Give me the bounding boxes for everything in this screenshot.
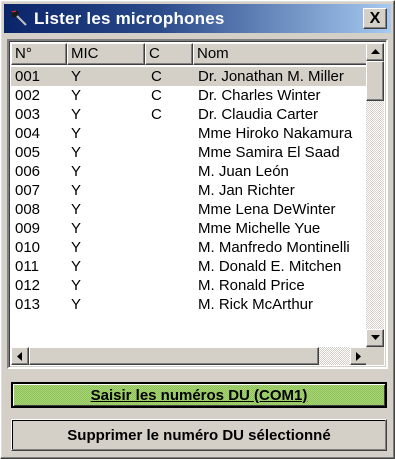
table-row[interactable]: 007 Y M. Jan Richter [11,181,368,200]
arrow-right-icon [356,351,361,361]
cell-c [145,276,193,295]
cell-c [145,219,193,238]
table-row[interactable]: 008 Y Mme Lena DeWinter [11,200,368,219]
title-bar[interactable]: Lister les microphones X [4,4,391,33]
cell-mic: Y [71,144,82,161]
cell-c [145,124,193,143]
table-row[interactable]: 010 Y M. Manfredo Montinelli [11,238,368,257]
arrow-left-icon [17,351,22,361]
delete-du-number-button[interactable]: Supprimer le numéro DU sélectionné [11,419,387,451]
cell-number: 005 [15,144,41,161]
cell-name: Dr. Jonathan M. Miller [198,68,344,85]
cell-c [145,200,193,219]
table-row[interactable]: 002 Y C Dr. Charles Winter [11,86,368,105]
cell-number: 013 [15,296,41,313]
cell-name: Dr. Charles Winter [198,87,321,104]
column-header-number[interactable]: N° [11,43,67,65]
scroll-up-button[interactable] [366,43,384,61]
cell-mic: Y [71,258,82,275]
cell-c: C [151,68,162,85]
cell-mic: Y [71,87,82,104]
list-header: N° MIC C Nom [11,43,368,65]
horizontal-scroll-thumb[interactable] [29,347,319,365]
table-row[interactable]: 001 Y C Dr. Jonathan M. Miller [11,67,368,86]
cell-mic: Y [71,68,82,85]
table-row[interactable]: 009 Y Mme Michelle Yue [11,219,368,238]
microphone-list[interactable]: N° MIC C Nom 001 Y C Dr. Jonathan M. Miller… [7,39,388,369]
cell-number: 010 [15,239,41,256]
cell-mic: Y [71,106,82,123]
cell-c: C [151,106,162,123]
cell-name: Mme Lena DeWinter [198,201,336,218]
cell-number: 008 [15,201,41,218]
cell-c [145,181,193,200]
cell-mic: Y [71,163,82,180]
cell-name: Dr. Claudia Carter [198,106,319,123]
cell-c [145,143,193,162]
table-row[interactable]: 013 Y M. Rick McArthur [11,295,368,314]
close-icon: X [369,9,381,27]
cell-name: Mme Hiroko Nakamura [198,125,353,142]
cell-number: 003 [15,106,41,123]
vertical-scrollbar[interactable] [366,43,384,347]
arrow-down-icon [370,335,380,340]
scroll-down-button[interactable] [366,329,384,347]
cell-number: 011 [15,258,39,275]
cell-number: 002 [15,87,41,104]
cell-number: 009 [15,220,41,237]
cell-c [145,295,193,314]
cell-mic: Y [71,201,82,218]
table-row[interactable]: 006 Y M. Juan León [11,162,368,181]
table-row[interactable]: 005 Y Mme Samira El Saad [11,143,368,162]
cell-name: Mme Michelle Yue [198,220,321,237]
cell-name: M. Ronald Price [198,277,305,294]
horizontal-scrollbar[interactable] [11,347,368,365]
cell-name: Mme Samira El Saad [198,144,340,161]
column-header-c[interactable]: C [145,43,193,65]
scroll-left-button[interactable] [11,347,29,365]
cell-number: 007 [15,182,41,199]
microphone-icon [8,8,30,30]
close-button[interactable]: X [363,8,387,29]
cell-number: 001 [15,68,41,85]
table-row[interactable]: 004 Y Mme Hiroko Nakamura [11,124,368,143]
cell-mic: Y [71,182,82,199]
table-row[interactable]: 003 Y C Dr. Claudia Carter [11,105,368,124]
cell-name: M. Juan León [198,163,289,180]
cell-number: 006 [15,163,41,180]
table-row[interactable]: 012 Y M. Ronald Price [11,276,368,295]
cell-c [145,238,193,257]
cell-c [145,162,193,181]
cell-name: M. Jan Richter [198,182,295,199]
scroll-corner [366,347,384,365]
cell-mic: Y [71,220,82,237]
column-header-name[interactable]: Nom [193,43,368,65]
arrow-up-icon [370,49,380,54]
cell-name: M. Rick McArthur [198,296,314,313]
cell-number: 012 [15,277,41,294]
cell-mic: Y [71,277,82,294]
cell-name: M. Donald E. Mitchen [198,258,342,275]
list-rows: 001 Y C Dr. Jonathan M. Miller 002 Y C Dr. Char… [11,67,368,347]
cell-mic: Y [71,125,82,142]
read-du-numbers-button[interactable]: Saisir les numéros DU (COM1) [11,382,387,408]
cell-number: 004 [15,125,41,142]
cell-c: C [151,87,162,104]
microphones-window: Lister les microphones X N° MIC C Nom 00… [0,0,395,459]
vertical-scroll-thumb[interactable] [366,61,384,101]
cell-mic: Y [71,296,82,313]
table-row[interactable]: 011 Y M. Donald E. Mitchen [11,257,368,276]
cell-name: M. Manfredo Montinelli [198,239,350,256]
window-title: Lister les microphones [34,8,225,28]
cell-mic: Y [71,239,82,256]
column-header-mic[interactable]: MIC [67,43,145,65]
cell-c [145,257,193,276]
